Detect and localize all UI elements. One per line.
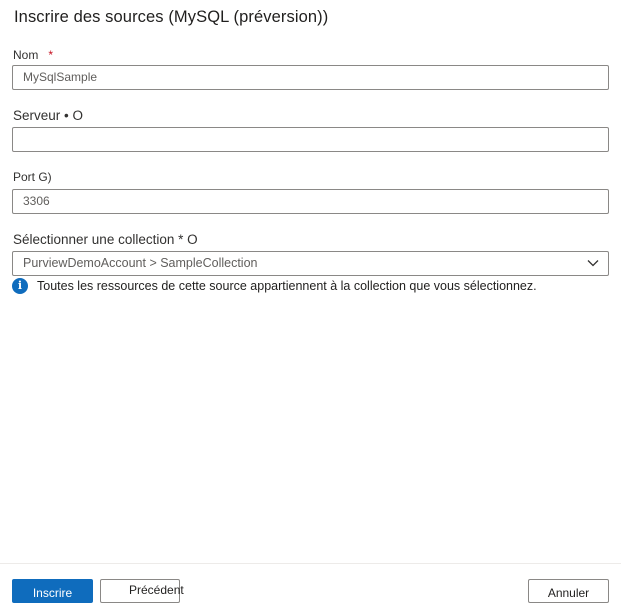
collection-info: i Toutes les ressources de cette source … bbox=[12, 278, 537, 294]
name-label: Nom bbox=[13, 48, 39, 62]
chevron-down-icon bbox=[587, 260, 599, 267]
dialog-title: Inscrire des sources (MySQL (préversion)… bbox=[14, 8, 329, 26]
name-label-row: Nom * bbox=[13, 48, 53, 62]
server-label: Serveur • O bbox=[13, 108, 83, 123]
port-label: Port G) bbox=[13, 170, 52, 184]
info-icon: i bbox=[12, 278, 28, 294]
footer-divider bbox=[0, 563, 621, 564]
port-input[interactable]: 3306 bbox=[12, 189, 609, 214]
server-input[interactable] bbox=[12, 127, 609, 152]
register-button[interactable]: Inscrire bbox=[12, 579, 93, 603]
previous-button[interactable]: Précédent bbox=[100, 579, 184, 603]
required-marker: * bbox=[48, 48, 54, 62]
collection-info-text: Toutes les ressources de cette source ap… bbox=[37, 279, 537, 293]
collection-selected-value: PurviewDemoAccount > SampleCollection bbox=[23, 256, 258, 270]
collection-label: Sélectionner une collection * O bbox=[13, 232, 198, 247]
name-input[interactable]: MySqlSample bbox=[12, 65, 609, 90]
cancel-button[interactable]: Annuler bbox=[528, 579, 609, 603]
collection-dropdown[interactable]: PurviewDemoAccount > SampleCollection bbox=[12, 251, 609, 276]
